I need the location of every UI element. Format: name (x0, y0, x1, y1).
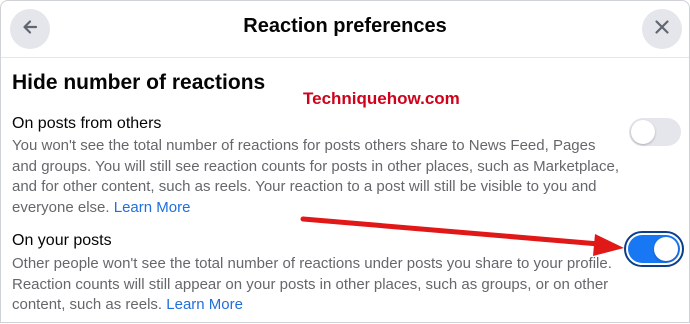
learn-more-link[interactable]: Learn More (114, 199, 191, 216)
watermark-text: Techniquehow.com (303, 89, 460, 108)
dialog-header: Reaction preferences (1, 1, 689, 58)
toggle-knob (654, 237, 678, 261)
description-text: You won't see the total number of reacti… (12, 137, 619, 216)
toggle-your-posts[interactable] (624, 231, 684, 267)
close-icon (652, 17, 672, 42)
close-button[interactable] (642, 9, 682, 49)
toggle-posts-from-others[interactable] (629, 118, 681, 146)
section-heading: Hide number of reactions (12, 71, 266, 94)
description-text: Other people won't see the total number … (12, 255, 612, 313)
option-description-posts-from-others: You won't see the total number of reacti… (12, 136, 622, 218)
toggle-knob (631, 120, 655, 144)
dialog-title: Reaction preferences (243, 15, 447, 37)
option-title-your-posts: On your posts (12, 232, 112, 249)
option-title-posts-from-others: On posts from others (12, 115, 162, 132)
option-description-your-posts: Other people won't see the total number … (12, 254, 622, 316)
learn-more-link[interactable]: Learn More (166, 296, 243, 313)
reaction-preferences-dialog: Reaction preferences Hide number of reac… (0, 0, 690, 323)
